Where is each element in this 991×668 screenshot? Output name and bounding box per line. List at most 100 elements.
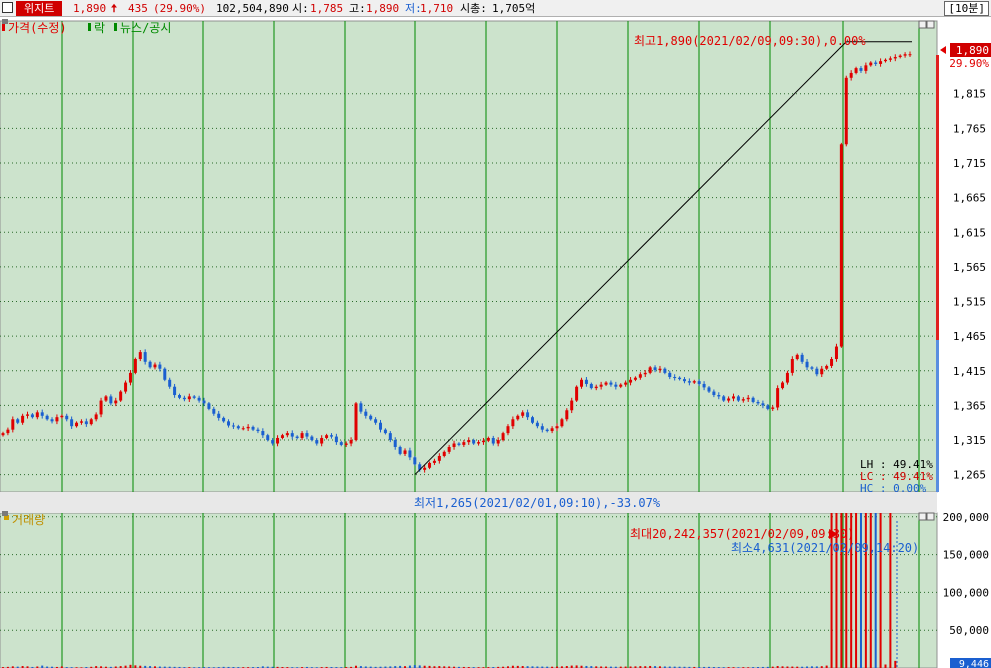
candle-body — [241, 428, 245, 430]
candle-body — [89, 419, 93, 425]
candle-body — [99, 400, 103, 415]
candle-body — [325, 435, 329, 438]
candle-body — [682, 379, 686, 382]
candle-body — [555, 426, 559, 429]
candle-body — [452, 443, 456, 447]
candle-body — [207, 403, 211, 409]
candle-body — [771, 407, 775, 409]
candle-body — [678, 377, 682, 380]
candle-body — [584, 379, 588, 384]
volume-bar — [884, 664, 887, 668]
candle-body — [609, 382, 613, 385]
candle-body — [712, 391, 716, 396]
candle-body — [717, 395, 721, 397]
price-tick-label: 1,815 — [953, 88, 986, 101]
candle-body — [359, 403, 363, 412]
stock-name[interactable]: 위지트 — [16, 1, 63, 16]
candle-body — [94, 414, 98, 420]
candle-body — [124, 382, 128, 392]
candle-body — [280, 435, 284, 438]
candle-body — [457, 443, 461, 445]
candle-body — [903, 54, 907, 56]
candle-body — [320, 437, 324, 444]
volume-bar — [855, 513, 858, 668]
candle-body — [256, 429, 260, 432]
stock-header-bar: 위지트 1,890 🠅 435 (29.90%) 102,504,890 시: … — [0, 0, 991, 17]
candle-body — [530, 417, 534, 423]
candle-body — [393, 440, 397, 447]
candle-body — [227, 421, 231, 426]
candle-body — [285, 433, 289, 436]
price-change: 435 — [128, 2, 148, 15]
candle-body — [859, 68, 863, 71]
volume-bar — [889, 513, 892, 668]
panel-window-icon — [918, 20, 927, 29]
candle-body — [276, 437, 280, 444]
candle-body — [217, 413, 221, 418]
candle-body — [722, 396, 726, 401]
candle-body — [16, 419, 20, 423]
candle-body — [104, 396, 108, 401]
candle-body — [648, 367, 652, 373]
candle-body — [756, 401, 760, 404]
period-selector-button[interactable]: [10분] — [944, 1, 989, 16]
price-tick-label: 1,415 — [953, 365, 986, 378]
candle-body — [516, 415, 520, 420]
candle-body — [295, 436, 299, 438]
price-range-bar-up — [936, 55, 939, 340]
candle-body — [707, 387, 711, 392]
price-tick-label: 1,365 — [953, 399, 986, 412]
volume-bar — [864, 513, 867, 668]
candle-body — [305, 433, 309, 437]
price-tick-label: 1,665 — [953, 192, 986, 205]
price-tick-label: 1,615 — [953, 226, 986, 239]
candle-body — [604, 382, 608, 385]
stat-label: HC : 0.00% — [860, 482, 927, 495]
candle-body — [177, 395, 181, 398]
candle-body — [599, 384, 603, 387]
candle-body — [614, 384, 618, 387]
panel-collapse-icon — [2, 19, 8, 24]
candle-body — [898, 55, 902, 58]
candle-body — [633, 377, 637, 380]
candle-body — [580, 379, 584, 387]
candle-body — [182, 397, 186, 400]
candle-body — [908, 54, 912, 56]
stock-chart[interactable]: 1,265 1,315 1,365 1,415 1,465 1,515 1,565 1,615… — [0, 17, 991, 668]
max-volume-annotation: 최대20,242,357(2021/02/09,09:30) — [630, 527, 854, 541]
price-tick-label: 1,315 — [953, 434, 986, 447]
candle-body — [486, 437, 490, 441]
volume-bar — [869, 513, 872, 668]
candle-body — [526, 412, 530, 418]
candle-body — [35, 412, 39, 418]
candle-body — [540, 426, 544, 430]
candle-body — [575, 386, 579, 401]
candle-body — [893, 57, 897, 59]
candle-body — [300, 433, 304, 438]
candle-body — [329, 435, 333, 437]
market-cap: 1,705억 — [492, 2, 536, 15]
candle-body — [45, 415, 49, 420]
candle-body — [447, 446, 451, 452]
candle-body — [266, 435, 270, 441]
candle-body — [506, 426, 510, 434]
candle-body — [761, 403, 765, 406]
candle-body — [65, 415, 69, 420]
min-price-annotation: 최저1,265(2021/02/01,09:10),-33.07% — [414, 496, 661, 510]
candle-body — [290, 433, 294, 437]
candle-body — [344, 443, 348, 445]
candle-body — [50, 419, 54, 422]
lock-legend: 락 — [94, 21, 105, 35]
candle-body — [437, 455, 441, 461]
candle-body — [687, 381, 691, 383]
candle-body — [109, 396, 113, 404]
candle-body — [428, 462, 432, 468]
price-tick-label: 1,515 — [953, 296, 986, 309]
price-legend: 가격(수정) — [8, 21, 67, 35]
candle-body — [746, 397, 750, 400]
candle-body — [732, 396, 736, 399]
high-price: 1,890 — [366, 2, 400, 15]
stock-checkbox[interactable] — [2, 2, 13, 13]
candle-body — [143, 352, 147, 362]
candle-body — [879, 61, 883, 64]
